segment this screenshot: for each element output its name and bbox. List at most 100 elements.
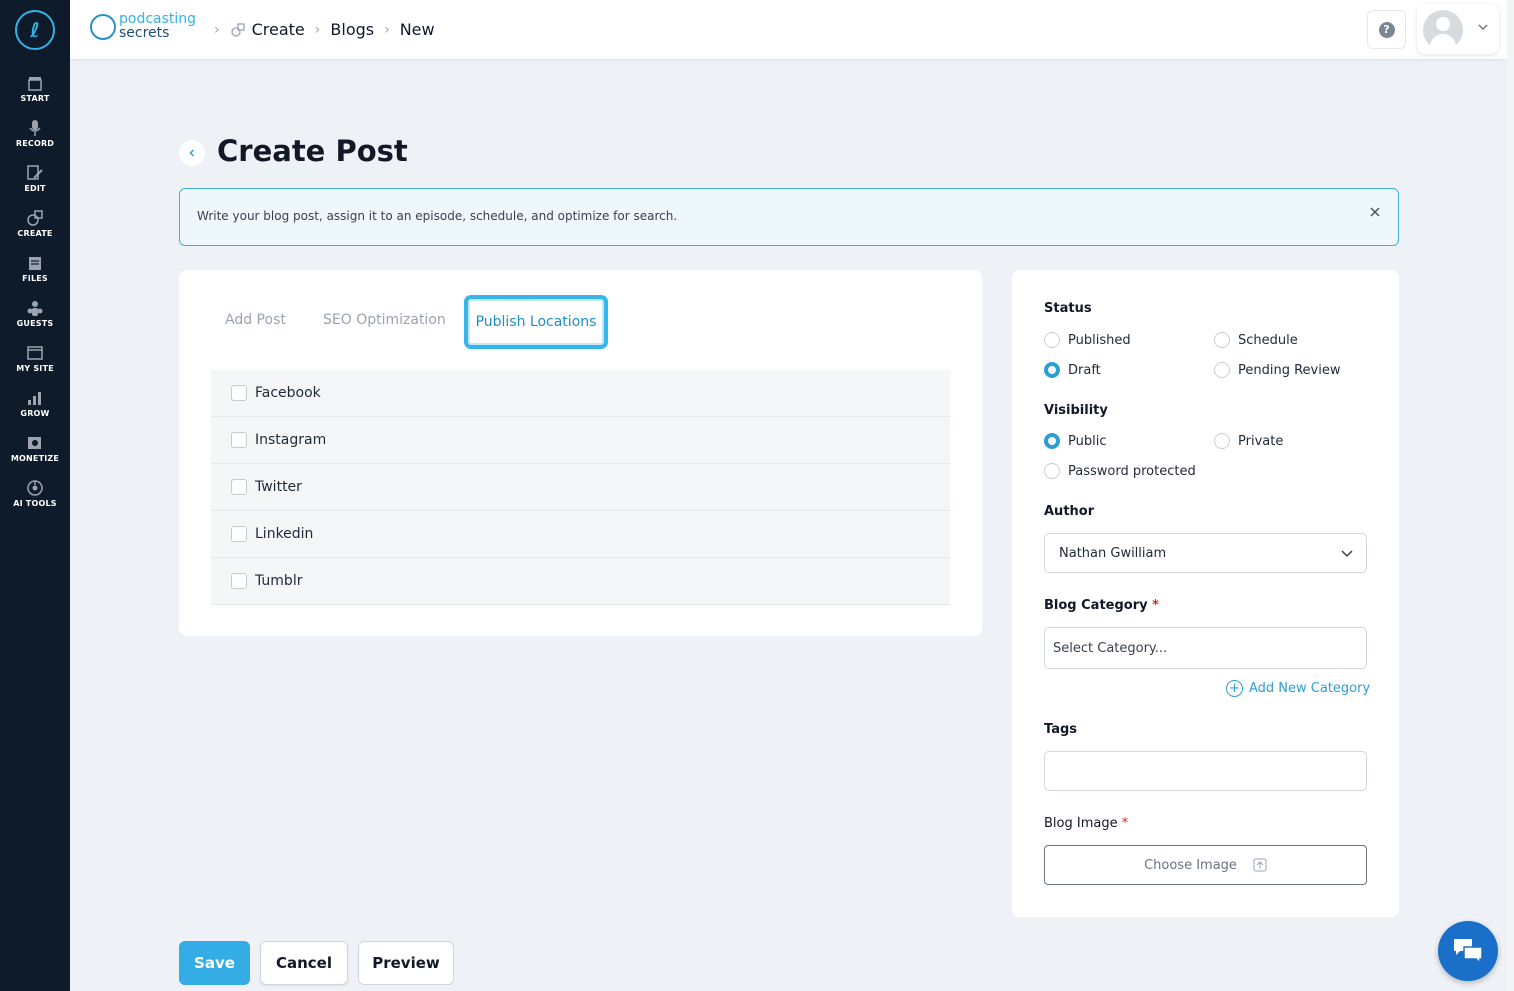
bar-chart-icon: [28, 392, 41, 405]
twitter-checkbox[interactable]: [231, 479, 247, 495]
sidebar-item-record[interactable]: RECORD: [0, 119, 70, 159]
post-settings-card: Status Published Schedule Draft Pending …: [1012, 270, 1399, 917]
sidebar-item-label: RECORD: [15, 139, 55, 148]
radio-circle-selected[interactable]: [1044, 362, 1060, 378]
instagram-checkbox[interactable]: [231, 432, 247, 448]
browser-icon: [27, 346, 43, 360]
app-logo-icon[interactable]: ℓ: [15, 10, 55, 50]
radio-circle[interactable]: [1214, 362, 1230, 378]
list-item[interactable]: Tumblr: [211, 558, 950, 605]
sidebar-item-label: EDIT: [24, 184, 46, 193]
blog-category-label: Blog Category *: [1044, 598, 1159, 613]
save-button[interactable]: Save: [179, 941, 250, 985]
radio-circle[interactable]: [1044, 463, 1060, 479]
sidebar-item-ai-tools[interactable]: AI TOOLS: [0, 479, 70, 519]
radio-label: Schedule: [1238, 332, 1298, 348]
blog-image-label: Blog Image *: [1044, 816, 1129, 831]
blog-category-field[interactable]: [1044, 627, 1367, 669]
sidebar-item-label: FILES: [22, 274, 48, 283]
brand-mark-icon: [90, 14, 116, 40]
info-banner: Write your blog post, assign it to an ep…: [179, 188, 1399, 246]
back-button[interactable]: [179, 140, 205, 166]
question-icon: ?: [1378, 21, 1395, 38]
radio-label: Private: [1238, 433, 1284, 449]
brand-line-2: secrets: [119, 25, 170, 41]
location-label: Facebook: [255, 385, 321, 401]
list-item[interactable]: Facebook: [211, 370, 950, 417]
tab-publish-locations[interactable]: Publish Locations: [464, 295, 608, 349]
radio-label: Public: [1068, 433, 1107, 449]
add-new-category-link[interactable]: + Add New Category: [1226, 680, 1370, 697]
edit-icon: [27, 165, 43, 180]
ai-tools-icon: [27, 480, 43, 496]
status-schedule-radio[interactable]: Schedule: [1214, 332, 1298, 348]
scrollbar-track[interactable]: [1507, 0, 1514, 991]
monetize-icon: [28, 437, 41, 449]
sidebar-item-label: AI TOOLS: [13, 499, 57, 508]
sidebar-item-label: GUESTS: [16, 319, 54, 328]
status-published-radio[interactable]: Published: [1044, 332, 1131, 348]
category-input[interactable]: [1045, 628, 1366, 668]
publish-locations-list: Facebook Instagram Twitter Linkedin Tumb…: [211, 370, 950, 605]
close-icon[interactable]: [1368, 205, 1382, 219]
upload-icon: [1253, 858, 1267, 872]
chat-button[interactable]: [1438, 921, 1498, 981]
help-button[interactable]: ?: [1367, 10, 1406, 49]
radio-label: Published: [1068, 332, 1131, 348]
radio-label: Draft: [1068, 362, 1101, 378]
radio-circle[interactable]: [1214, 332, 1230, 348]
location-label: Linkedin: [255, 526, 314, 542]
radio-circle[interactable]: [1044, 332, 1060, 348]
sidebar-item-label: MY SITE: [16, 364, 54, 373]
top-bar: podcasting secrets › Create › Blogs › Ne…: [70, 0, 1507, 59]
create-icon: [230, 22, 245, 37]
microphone-icon: [29, 120, 41, 136]
brand-logo[interactable]: podcasting secrets: [90, 11, 200, 43]
list-item[interactable]: Twitter: [211, 464, 950, 511]
breadcrumb-create[interactable]: Create: [252, 20, 305, 39]
status-label: Status: [1044, 301, 1092, 316]
status-pending-review-radio[interactable]: Pending Review: [1214, 362, 1340, 378]
add-category-label: Add New Category: [1249, 681, 1371, 696]
sidebar-item-create[interactable]: CREATE: [0, 209, 70, 249]
sidebar-item-guests[interactable]: GUESTS: [0, 299, 70, 339]
user-menu-button[interactable]: [1417, 4, 1499, 54]
preview-button[interactable]: Preview: [358, 941, 454, 985]
tab-add-post[interactable]: Add Post: [225, 312, 286, 328]
cancel-button[interactable]: Cancel: [260, 941, 348, 985]
list-item[interactable]: Linkedin: [211, 511, 950, 558]
sidebar: ℓ START RECORD EDIT CREATE FILES GUESTS …: [0, 0, 70, 991]
breadcrumb-blogs[interactable]: Blogs: [330, 20, 374, 39]
choose-image-button[interactable]: Choose Image: [1044, 845, 1367, 885]
breadcrumb: › Create › Blogs › New: [204, 20, 435, 39]
tumblr-checkbox[interactable]: [231, 573, 247, 589]
sidebar-item-monetize[interactable]: MONETIZE: [0, 434, 70, 474]
status-draft-radio[interactable]: Draft: [1044, 362, 1101, 378]
visibility-private-radio[interactable]: Private: [1214, 433, 1283, 449]
sidebar-item-start[interactable]: START: [0, 74, 70, 114]
chat-bubbles-icon: [1454, 939, 1483, 965]
tab-seo-optimization[interactable]: SEO Optimization: [323, 312, 446, 328]
create-icon: [27, 210, 43, 226]
sidebar-item-files[interactable]: FILES: [0, 254, 70, 294]
author-label: Author: [1044, 504, 1095, 519]
linkedin-checkbox[interactable]: [231, 526, 247, 542]
tags-field[interactable]: [1044, 751, 1367, 791]
radio-circle-selected[interactable]: [1044, 433, 1060, 449]
page-title: Create Post: [217, 134, 408, 168]
chevron-down-icon: [1341, 550, 1353, 558]
visibility-password-radio[interactable]: Password protected: [1044, 463, 1196, 479]
radio-circle[interactable]: [1214, 433, 1230, 449]
sidebar-item-edit[interactable]: EDIT: [0, 164, 70, 204]
facebook-checkbox[interactable]: [231, 385, 247, 401]
tags-label: Tags: [1044, 722, 1078, 737]
sidebar-item-grow[interactable]: GROW: [0, 389, 70, 429]
chevron-left-icon: [189, 149, 195, 157]
avatar: [1423, 10, 1463, 50]
sidebar-item-my-site[interactable]: MY SITE: [0, 344, 70, 384]
tags-input[interactable]: [1045, 752, 1366, 790]
visibility-public-radio[interactable]: Public: [1044, 433, 1106, 449]
list-item[interactable]: Instagram: [211, 417, 950, 464]
location-label: Tumblr: [255, 573, 303, 589]
author-select[interactable]: Nathan Gwilliam: [1044, 533, 1367, 573]
